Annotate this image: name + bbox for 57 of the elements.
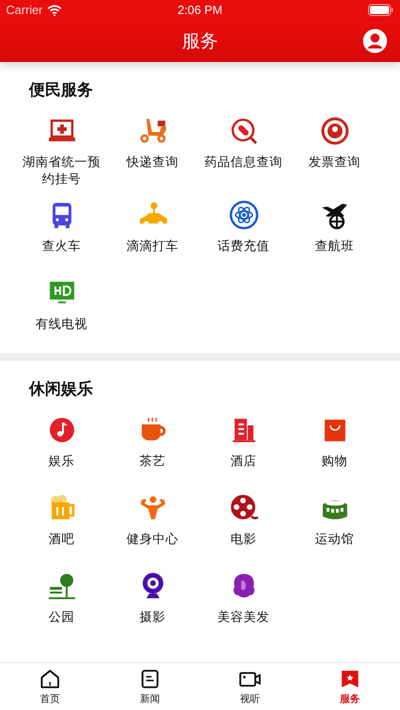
service-tile[interactable]: 摄影: [107, 570, 198, 636]
tile-label: 药品信息查询: [204, 153, 284, 170]
tile-label: 茶艺: [138, 452, 166, 469]
tab[interactable]: 新闻: [100, 663, 200, 710]
service-tile[interactable]: 健身中心: [107, 492, 198, 558]
emblem-icon: [320, 116, 350, 146]
tab[interactable]: 首页: [0, 663, 100, 710]
tile-label: 运动馆: [314, 530, 355, 547]
tile-label: 湖南省统一预约挂号: [22, 153, 102, 187]
section-heading: 休闲娱乐: [29, 379, 94, 400]
tile-label: 娱乐: [48, 452, 76, 469]
service-tile[interactable]: 运动馆: [289, 492, 380, 558]
clock-time: 2:06 PM: [178, 3, 222, 17]
park-bench-tree-icon: [46, 571, 76, 601]
service-tile[interactable]: 酒店: [198, 414, 289, 480]
tile-label: 摄影: [138, 608, 166, 625]
service-tile[interactable]: 滴滴打车: [107, 199, 198, 265]
tile-label: 有线电视: [34, 315, 88, 332]
tile-label: 购物: [320, 452, 348, 469]
carrier-text: Carrier: [6, 3, 43, 17]
service-tile[interactable]: 发票查询: [289, 115, 380, 187]
service-tile[interactable]: 有线电视: [16, 277, 107, 343]
service-tile[interactable]: 查航班: [289, 199, 380, 265]
home-icon[interactable]: [38, 667, 62, 691]
tile-label: 健身中心: [126, 530, 180, 547]
tile-label: 话费充值: [216, 237, 270, 254]
tile-label: 查航班: [314, 237, 355, 254]
tile-label: 查火车: [41, 237, 82, 254]
service-tile[interactable]: 公园: [16, 570, 107, 636]
wifi-icon: [46, 4, 62, 16]
tile-label: 发票查询: [308, 153, 362, 170]
tile-label: 电影: [230, 530, 258, 547]
tile-label: 公园: [48, 608, 76, 625]
service-tile[interactable]: 购物: [289, 414, 380, 480]
battery-icon: [368, 4, 394, 16]
service-tile[interactable]: 快递查询: [107, 115, 198, 187]
section-heading: 便民服务: [29, 80, 94, 101]
service-tile[interactable]: 酒吧: [16, 492, 107, 558]
pill-search-icon: [228, 116, 258, 146]
service-tile[interactable]: 查火车: [16, 199, 107, 265]
tab[interactable]: 视听: [200, 663, 300, 710]
page-title: 服务: [182, 30, 218, 53]
service-tile[interactable]: 湖南省统一预约挂号: [16, 115, 107, 187]
tile-label: 酒店: [230, 452, 258, 469]
service-tile[interactable]: 药品信息查询: [198, 115, 289, 187]
service-tile[interactable]: 电影: [198, 492, 289, 558]
service-tile[interactable]: 美容美发: [198, 570, 289, 636]
tile-label: 美容美发: [216, 608, 270, 625]
user-profile-icon[interactable]: [362, 28, 388, 54]
atom-icon: [228, 200, 258, 230]
service-tile[interactable]: 娱乐: [16, 414, 107, 480]
service-tile[interactable]: 茶艺: [107, 414, 198, 480]
tab[interactable]: 服务: [300, 663, 400, 710]
tile-label: 酒吧: [48, 530, 76, 547]
service-tile[interactable]: 话费充值: [198, 199, 289, 265]
tile-label: 快递查询: [125, 153, 180, 170]
tile-label: 滴滴打车: [126, 237, 180, 254]
